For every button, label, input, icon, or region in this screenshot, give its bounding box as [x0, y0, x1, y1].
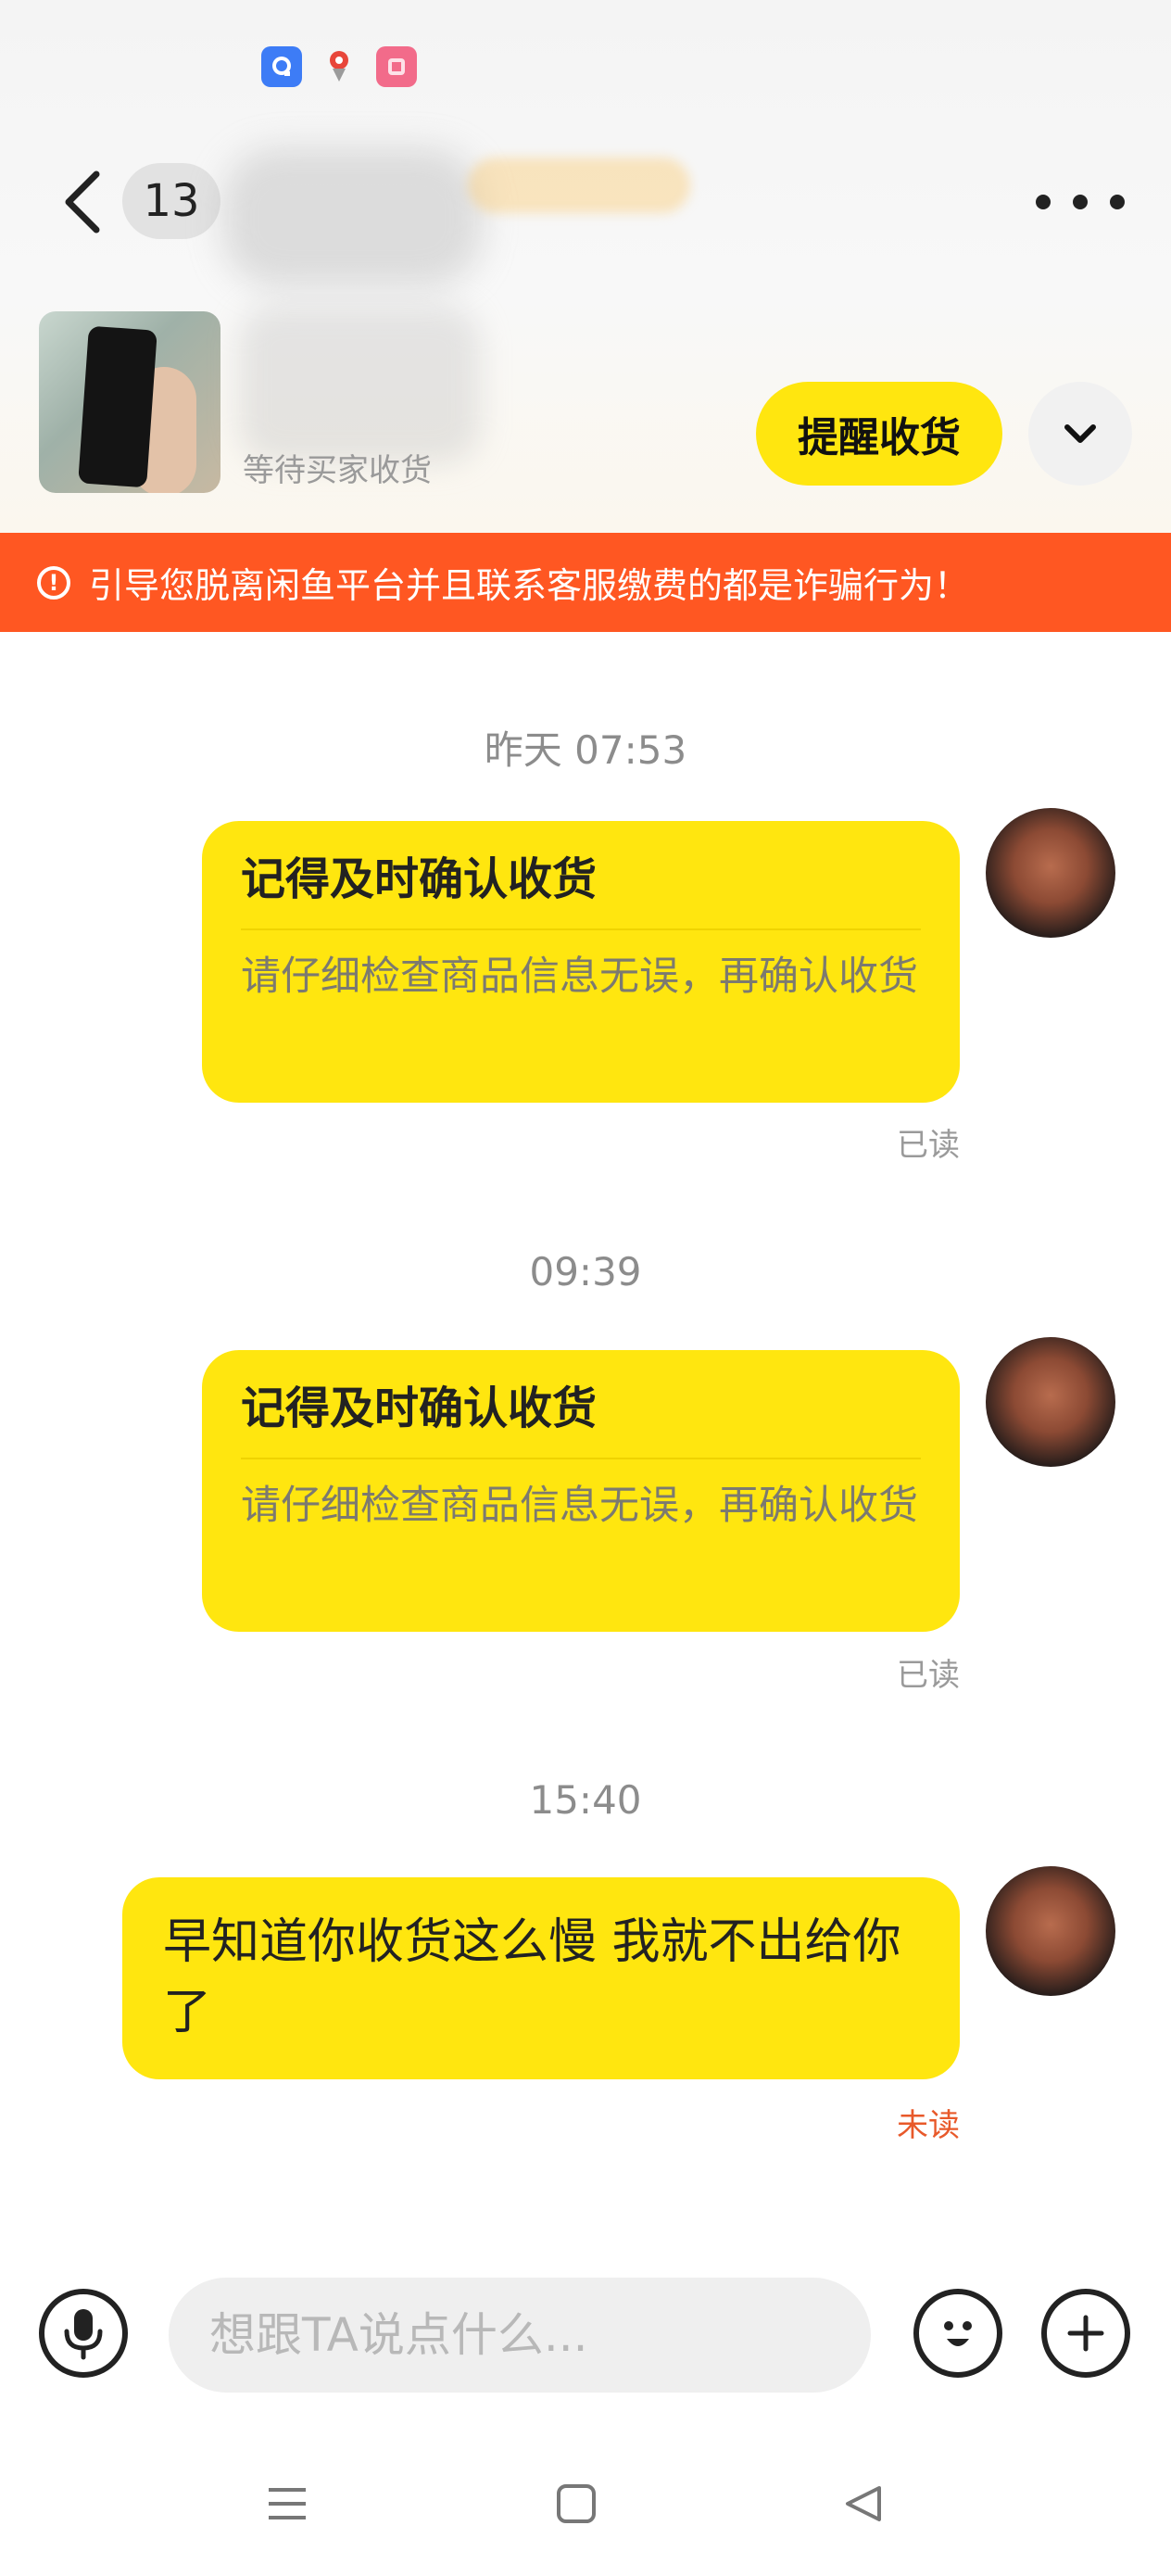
text-message[interactable]: 早知道你收货这么慢 我就不出给你了	[122, 1877, 960, 2079]
chevron-left-icon	[65, 170, 100, 234]
microphone-icon	[64, 2309, 103, 2360]
voice-button[interactable]	[39, 2289, 128, 2378]
menu-icon	[269, 2488, 306, 2519]
avatar[interactable]	[986, 808, 1115, 938]
card-divider	[241, 928, 921, 930]
product-info-redacted	[239, 306, 480, 463]
product-thumbnail[interactable]	[39, 311, 220, 493]
expand-button[interactable]	[1028, 382, 1132, 486]
contact-name-redacted	[222, 148, 482, 287]
fraud-warning-banner: ! 引导您脱离闲鱼平台并且联系客服缴费的都是诈骗行为！	[0, 533, 1171, 632]
message-timestamp: 09:39	[529, 1249, 642, 1294]
qq-icon	[261, 46, 302, 87]
warning-icon: !	[37, 565, 70, 600]
message-timestamp: 15:40	[529, 1777, 642, 1823]
chevron-down-icon	[1064, 424, 1096, 443]
message-input[interactable]	[169, 2278, 871, 2393]
nav-menu-button[interactable]	[250, 2476, 324, 2532]
back-button[interactable]	[48, 165, 115, 239]
contact-badge-redacted	[468, 158, 690, 213]
read-status: 已读	[897, 1657, 960, 1694]
card-body: 请仔细检查商品信息无误，再确认收货	[241, 1483, 918, 1529]
nav-back-button[interactable]	[826, 2476, 900, 2532]
emoji-icon	[944, 2321, 972, 2346]
app-icon	[376, 46, 417, 87]
status-bar-icons	[261, 46, 417, 87]
more-button[interactable]	[1036, 176, 1125, 228]
map-pin-icon	[319, 46, 359, 87]
more-dots-icon	[1036, 195, 1051, 209]
warning-text: 引导您脱离闲鱼平台并且联系客服缴费的都是诈骗行为！	[89, 565, 970, 606]
unread-count-badge[interactable]: 13	[122, 163, 220, 239]
nav-home-button[interactable]	[539, 2476, 613, 2532]
card-divider	[241, 1458, 921, 1459]
more-actions-button[interactable]	[1041, 2289, 1130, 2378]
plus-icon	[1067, 2315, 1104, 2352]
emoji-button[interactable]	[913, 2289, 1002, 2378]
remind-receipt-button[interactable]: 提醒收货	[756, 382, 1002, 486]
unread-status: 未读	[897, 2107, 960, 2144]
card-title: 记得及时确认收货	[241, 853, 598, 905]
system-card-message[interactable]: 记得及时确认收货 请仔细检查商品信息无误，再确认收货	[202, 1350, 960, 1632]
avatar[interactable]	[986, 1866, 1115, 1996]
card-body: 请仔细检查商品信息无误，再确认收货	[241, 953, 918, 1000]
home-icon	[557, 2484, 596, 2523]
back-triangle-icon	[846, 2486, 881, 2521]
system-card-message[interactable]: 记得及时确认收货 请仔细检查商品信息无误，再确认收货	[202, 821, 960, 1103]
message-timestamp: 昨天 07:53	[484, 727, 687, 773]
order-status: 等待买家收货	[243, 452, 432, 489]
avatar[interactable]	[986, 1337, 1115, 1467]
card-title: 记得及时确认收货	[241, 1383, 598, 1434]
read-status: 已读	[897, 1127, 960, 1164]
